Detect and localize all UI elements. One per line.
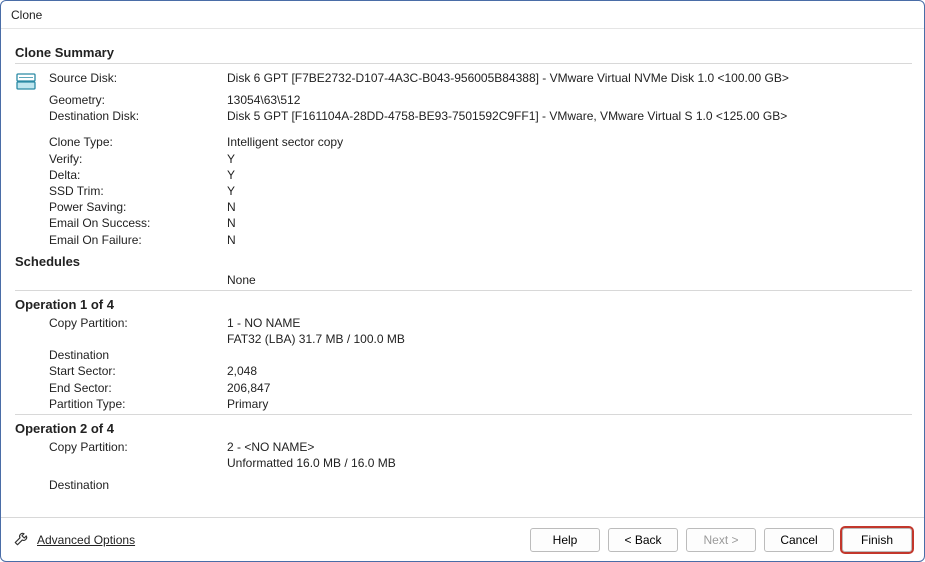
delta-value: Y: [227, 167, 912, 183]
help-button[interactable]: Help: [530, 528, 600, 552]
source-disk-value: Disk 6 GPT [F7BE2732-D107-4A3C-B043-9560…: [227, 70, 912, 92]
window-title: Clone: [1, 1, 924, 29]
verify-value: Y: [227, 151, 912, 167]
power-saving-value: N: [227, 199, 912, 215]
copy-partition-value: 1 - NO NAME: [227, 315, 912, 331]
separator: [15, 63, 912, 64]
email-success-value: N: [227, 215, 912, 231]
advanced-options-link[interactable]: Advanced Options: [13, 529, 135, 550]
copy-partition-value: 2 - <NO NAME>: [227, 439, 912, 455]
copy-partition-detail: FAT32 (LBA) 31.7 MB / 100.0 MB: [227, 331, 912, 347]
partition-type-value: Primary: [227, 396, 912, 412]
start-sector-value: 2,048: [227, 363, 912, 379]
clone-type-value: Intelligent sector copy: [227, 134, 912, 150]
separator: [15, 414, 912, 415]
delta-label: Delta:: [49, 167, 227, 183]
destination-label: Destination: [49, 477, 227, 493]
geometry-value: 13054\63\512: [227, 92, 912, 108]
footer: Advanced Options Help < Back Next > Canc…: [1, 517, 924, 561]
end-sector-label: End Sector:: [49, 380, 227, 396]
email-failure-value: N: [227, 232, 912, 248]
cancel-button[interactable]: Cancel: [764, 528, 834, 552]
separator: [15, 290, 912, 291]
email-success-label: Email On Success:: [49, 215, 227, 231]
clone-summary-title: Clone Summary: [15, 45, 912, 60]
partition-type-label: Partition Type:: [49, 396, 227, 412]
back-button[interactable]: < Back: [608, 528, 678, 552]
schedules-value: None: [227, 272, 912, 288]
operation-title: Operation 1 of 4: [15, 297, 912, 312]
destination-label: Destination: [49, 347, 227, 363]
disk-icon: [15, 70, 49, 92]
ssd-trim-value: Y: [227, 183, 912, 199]
advanced-options-label: Advanced Options: [37, 533, 135, 547]
geometry-label: Geometry:: [49, 92, 227, 108]
schedules-title: Schedules: [15, 254, 912, 269]
email-failure-label: Email On Failure:: [49, 232, 227, 248]
clone-window: Clone Clone Summary Source Disk: Disk 6 …: [0, 0, 925, 562]
dest-disk-value: Disk 5 GPT [F161104A-28DD-4758-BE93-7501…: [227, 108, 912, 124]
end-sector-value: 206,847: [227, 380, 912, 396]
ssd-trim-label: SSD Trim:: [49, 183, 227, 199]
start-sector-label: Start Sector:: [49, 363, 227, 379]
next-button: Next >: [686, 528, 756, 552]
copy-partition-label: Copy Partition:: [49, 439, 227, 455]
source-disk-label: Source Disk:: [49, 70, 227, 92]
clone-type-label: Clone Type:: [49, 134, 227, 150]
operation-title: Operation 2 of 4: [15, 421, 912, 436]
power-saving-label: Power Saving:: [49, 199, 227, 215]
dest-disk-label: Destination Disk:: [49, 108, 227, 124]
copy-partition-detail: Unformatted 16.0 MB / 16.0 MB: [227, 455, 912, 471]
verify-label: Verify:: [49, 151, 227, 167]
content-area: Clone Summary Source Disk: Disk 6 GPT [F…: [1, 29, 924, 517]
summary-group: Source Disk: Disk 6 GPT [F7BE2732-D107-4…: [15, 70, 912, 248]
finish-button[interactable]: Finish: [842, 528, 912, 552]
wrench-icon: [13, 529, 31, 550]
copy-partition-label: Copy Partition:: [49, 315, 227, 331]
